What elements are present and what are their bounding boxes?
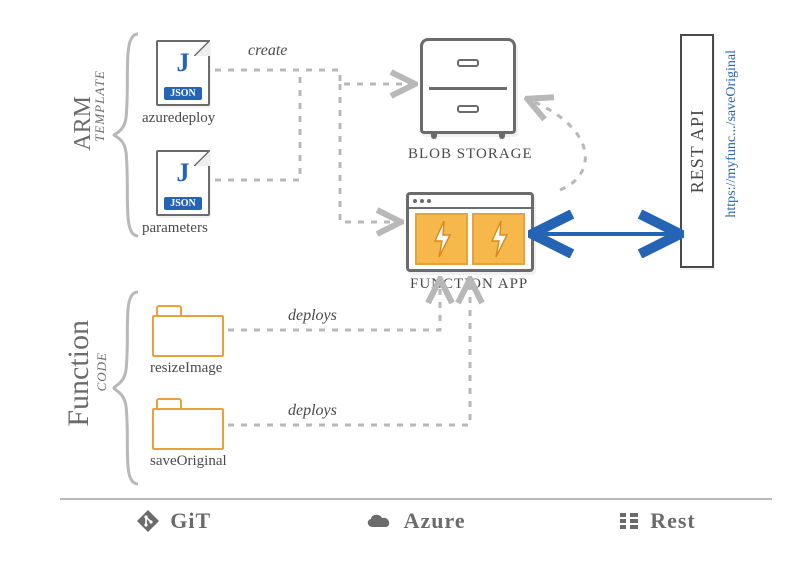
git-icon xyxy=(136,509,160,533)
file-azuredeploy: J JSON xyxy=(156,40,210,106)
folder-resizeimage xyxy=(152,305,224,357)
footer-rest: Rest xyxy=(618,508,696,534)
rest-api-url: https://myfunc.../saveOriginal xyxy=(724,50,740,218)
json-letter: J xyxy=(156,158,210,188)
file-parameters-label: parameters xyxy=(142,220,208,237)
cloud-icon xyxy=(364,511,394,531)
function-app-label: Function App xyxy=(410,276,528,293)
rest-api-box: REST API xyxy=(680,34,714,268)
brace-arm xyxy=(108,30,142,240)
brace-func xyxy=(108,288,142,488)
footer-rest-label: Rest xyxy=(650,508,696,534)
folder-resizeimage-label: resizeImage xyxy=(150,360,222,377)
json-ext: JSON xyxy=(164,197,202,210)
file-parameters: J JSON xyxy=(156,150,210,216)
group-func-title: Function xyxy=(62,320,96,427)
rest-icon xyxy=(618,510,640,532)
json-ext: JSON xyxy=(164,87,202,100)
folder-saveoriginal-label: saveOriginal xyxy=(150,453,227,470)
json-letter: J xyxy=(156,48,210,78)
footer: GiT Azure Rest xyxy=(60,498,772,554)
footer-git-label: GiT xyxy=(170,508,211,534)
folder-saveoriginal xyxy=(152,398,224,450)
lightning-icon xyxy=(472,213,525,265)
edge-deploys1-label: deploys xyxy=(288,307,337,325)
footer-git: GiT xyxy=(136,508,211,534)
footer-azure: Azure xyxy=(364,508,466,534)
lightning-icon xyxy=(415,213,468,265)
blob-storage xyxy=(420,38,516,134)
edge-create-label: create xyxy=(248,42,287,60)
file-azuredeploy-label: azuredeploy xyxy=(142,110,215,127)
edge-deploys2-label: deploys xyxy=(288,402,337,420)
function-app xyxy=(406,192,534,272)
group-arm-subtitle: Template xyxy=(92,70,108,142)
group-func-subtitle: Code xyxy=(94,352,110,391)
rest-api-label: REST API xyxy=(687,109,708,193)
blob-storage-label: Blob Storage xyxy=(408,146,533,163)
footer-azure-label: Azure xyxy=(404,508,466,534)
